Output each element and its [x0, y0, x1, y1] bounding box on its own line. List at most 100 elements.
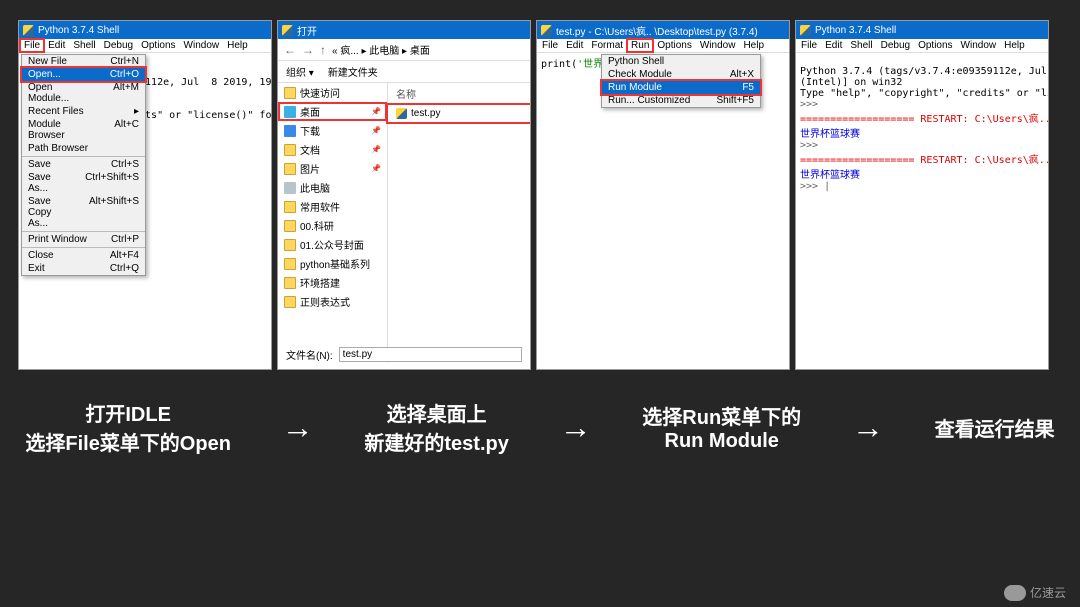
file-item[interactable]: test.py	[388, 105, 530, 122]
shell-text: 59112e, Jul 8 2019, 19:29:22)	[133, 77, 267, 88]
menu-file[interactable]: File	[21, 40, 43, 51]
titlebar: 打开	[278, 21, 530, 39]
menu-item[interactable]: Run ModuleF5	[602, 81, 760, 94]
window-title: Python 3.7.4 Shell	[38, 25, 119, 36]
column-name[interactable]: 名称	[388, 83, 530, 105]
file-name: test.py	[411, 108, 440, 119]
tree-item[interactable]: 00.科研	[278, 216, 387, 235]
editor-window: test.py - C:\Users\疯.. \Desktop\test.py …	[536, 20, 790, 370]
menu-shell[interactable]: Shell	[847, 40, 875, 51]
tree-item[interactable]: 图片📌	[278, 159, 387, 178]
menu-run[interactable]: Run	[628, 40, 652, 51]
file-dropdown: New FileCtrl+NOpen...Ctrl+OOpen Module..…	[21, 54, 146, 276]
menu-edit[interactable]: Edit	[563, 40, 586, 51]
menu-options[interactable]: Options	[915, 40, 955, 51]
tree-item[interactable]: 文档📌	[278, 140, 387, 159]
tree-item[interactable]: 下载📌	[278, 121, 387, 140]
shell-output: Python 3.7.4 (tags/v3.7.4:e09359112e, Ju…	[796, 53, 1048, 194]
filename-input[interactable]	[339, 347, 522, 362]
out: Type "help", "copyright", "credits" or "…	[800, 88, 1048, 99]
caption-2: 选择桌面上 新建好的test.py	[364, 398, 508, 456]
menu-file[interactable]: File	[539, 40, 561, 51]
menu-item[interactable]: Python Shell	[602, 55, 760, 68]
menu-item[interactable]: ExitCtrl+Q	[22, 262, 145, 275]
arrow-icon: →	[852, 409, 884, 446]
tree-item[interactable]: 环境搭建	[278, 273, 387, 292]
out: Python 3.7.4 (tags/v3.7.4:e09359112e, Ju…	[800, 66, 1048, 77]
dialog-footer: 文件名(N):	[278, 344, 530, 365]
menu-shell[interactable]: Shell	[70, 40, 98, 51]
menu-item[interactable]: SaveCtrl+S	[22, 158, 145, 171]
menu-format[interactable]: Format	[588, 40, 626, 51]
menu-item[interactable]: Open...Ctrl+O	[22, 68, 145, 81]
menu-item[interactable]: Recent Files▸	[22, 105, 145, 118]
python-icon	[23, 25, 34, 36]
code-kw: print(	[541, 59, 577, 70]
nav-tree: 快速访问桌面📌下载📌文档📌图片📌此电脑常用软件00.科研01.公众号封面pyth…	[278, 83, 388, 363]
menu-item[interactable]: Open Module...Alt+M	[22, 81, 145, 105]
caption-line: 选择File菜单下的Open	[25, 427, 231, 456]
out-prompt: >>>	[800, 99, 824, 110]
idle-shell-window: Python 3.7.4 Shell File Edit Shell Debug…	[18, 20, 272, 370]
menu-item[interactable]: Module BrowserAlt+C	[22, 118, 145, 142]
tree-item[interactable]: 正则表达式	[278, 292, 387, 311]
breadcrumb[interactable]: « 疯... ▸ 此电脑 ▸ 桌面	[332, 42, 524, 57]
tree-item[interactable]: 常用软件	[278, 197, 387, 216]
menu-item[interactable]: CloseAlt+F4	[22, 249, 145, 262]
menu-help[interactable]: Help	[740, 40, 767, 51]
shell-text: dits" or "license()" for more i	[133, 110, 267, 121]
menu-item[interactable]: Check ModuleAlt+X	[602, 68, 760, 81]
caption-line: Run Module	[642, 430, 801, 453]
tree-item[interactable]: python基础系列	[278, 254, 387, 273]
menu-debug[interactable]: Debug	[878, 40, 913, 51]
idle-shell-output-window: Python 3.7.4 Shell File Edit Shell Debug…	[795, 20, 1049, 370]
tree-item[interactable]: 01.公众号封面	[278, 235, 387, 254]
menu-options[interactable]: Options	[654, 40, 694, 51]
watermark-text: 亿速云	[1030, 584, 1066, 601]
tree-item[interactable]: 此电脑	[278, 178, 387, 197]
menu-item[interactable]: New FileCtrl+N	[22, 55, 145, 68]
menu-edit[interactable]: Edit	[45, 40, 68, 51]
caption-3: 选择Run菜单下的 Run Module	[642, 401, 801, 453]
tree-item[interactable]: 快速访问	[278, 83, 387, 102]
menu-item[interactable]: Save Copy As...Alt+Shift+S	[22, 195, 145, 230]
caption-line: 选择桌面上	[364, 398, 508, 427]
python-icon	[541, 25, 552, 36]
menu-window[interactable]: Window	[697, 40, 739, 51]
step-captions: 打开IDLE 选择File菜单下的Open → 选择桌面上 新建好的test.p…	[0, 398, 1080, 456]
caption-line: 选择Run菜单下的	[642, 401, 801, 430]
filename-label: 文件名(N):	[286, 347, 333, 362]
menu-window[interactable]: Window	[181, 40, 223, 51]
organize-button[interactable]: 组织 ▾	[286, 64, 314, 79]
menu-bar: File Edit Shell Debug Options Window Hel…	[19, 39, 271, 53]
titlebar: test.py - C:\Users\疯.. \Desktop\test.py …	[537, 21, 789, 39]
menu-window[interactable]: Window	[958, 40, 1000, 51]
menu-debug[interactable]: Debug	[101, 40, 136, 51]
menu-item[interactable]: Path Browser	[22, 142, 145, 155]
path-bar: ← → ↑ « 疯... ▸ 此电脑 ▸ 桌面	[278, 39, 530, 61]
menu-edit[interactable]: Edit	[822, 40, 845, 51]
watermark: 亿速云	[1004, 584, 1066, 601]
new-folder-button[interactable]: 新建文件夹	[328, 64, 378, 79]
menu-item[interactable]: Save As...Ctrl+Shift+S	[22, 171, 145, 195]
python-file-icon	[396, 108, 407, 119]
caption-1: 打开IDLE 选择File菜单下的Open	[25, 398, 231, 456]
forward-icon[interactable]: →	[302, 43, 314, 57]
up-icon[interactable]: ↑	[320, 43, 326, 57]
menu-item[interactable]: Run... CustomizedShift+F5	[602, 94, 760, 107]
titlebar: Python 3.7.4 Shell	[796, 21, 1048, 39]
arrow-icon: →	[282, 409, 314, 446]
menu-help[interactable]: Help	[1001, 40, 1028, 51]
python-icon	[282, 25, 293, 36]
menu-item[interactable]: Print WindowCtrl+P	[22, 233, 145, 246]
window-title: Python 3.7.4 Shell	[815, 25, 896, 36]
open-dialog-window: 打开 ← → ↑ « 疯... ▸ 此电脑 ▸ 桌面 组织 ▾ 新建文件夹 快速…	[277, 20, 531, 370]
menu-options[interactable]: Options	[138, 40, 178, 51]
menu-file[interactable]: File	[798, 40, 820, 51]
titlebar: Python 3.7.4 Shell	[19, 21, 271, 39]
menu-help[interactable]: Help	[224, 40, 251, 51]
tree-item[interactable]: 桌面📌	[278, 102, 387, 121]
run-dropdown: Python ShellCheck ModuleAlt+XRun ModuleF…	[601, 54, 761, 108]
back-icon[interactable]: ←	[284, 43, 296, 57]
window-title: 打开	[297, 23, 317, 38]
